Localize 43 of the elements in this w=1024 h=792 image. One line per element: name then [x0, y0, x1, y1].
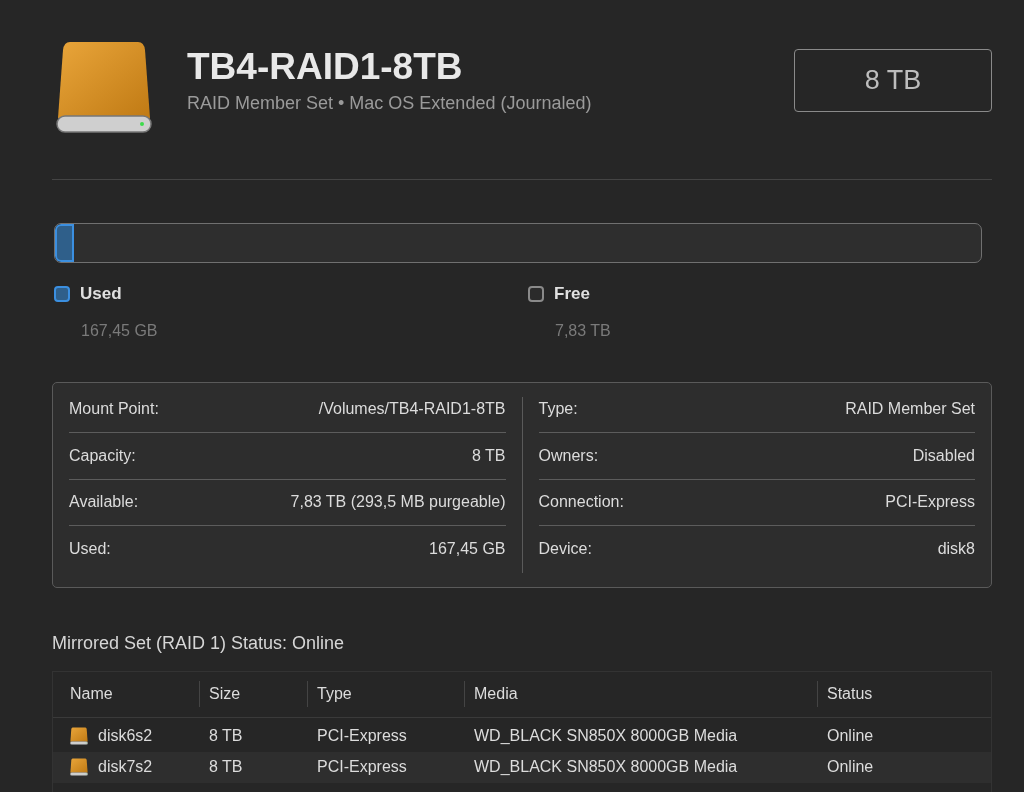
table-cell-text: WD_BLACK SN850X 8000GB Media — [474, 726, 738, 746]
external-drive-icon — [56, 40, 152, 134]
capacity-display: 8 TB — [794, 49, 992, 112]
table-cell-text: WD_BLACK SN850X 8000GB Media — [474, 757, 738, 777]
column-header[interactable]: Type — [317, 682, 352, 706]
info-value: 7,83 TB (293,5 MB purgeable) — [290, 492, 506, 513]
table-cell-text: disk7s2 — [98, 757, 153, 777]
info-value: 8 TB — [472, 445, 506, 466]
column-header[interactable]: Status — [827, 682, 873, 706]
info-label: Connection: — [538, 492, 624, 513]
raid-status-title: Mirrored Set (RAID 1) Status: Online — [52, 632, 345, 653]
column-header[interactable]: Media — [474, 682, 518, 706]
info-value: PCI-Express — [885, 492, 975, 513]
table-cell-text: disk6s2 — [98, 726, 153, 746]
table-cell-text: 8 TB — [209, 726, 243, 746]
table-cell-text: PCI-Express — [317, 757, 407, 777]
legend-label: Used — [80, 283, 122, 305]
table-row[interactable]: disk7s2 8 TB PCI-Express WD_BLACK SN850X 8000GB Media Online — [53, 751, 991, 783]
table-cell-text: Online — [827, 757, 874, 777]
column-header[interactable]: Size — [209, 682, 241, 706]
volume-title: TB4-RAID1-8TB — [187, 46, 464, 88]
volume-subtitle: RAID Member Set • Mac OS Extended (Journaled) — [187, 92, 592, 115]
info-label: Available: — [69, 492, 139, 513]
info-label: Type: — [538, 399, 578, 420]
table-cell-text: 8 TB — [209, 757, 243, 777]
info-value: disk8 — [937, 539, 975, 560]
info-label: Mount Point: — [69, 399, 159, 420]
external-drive-icon — [70, 756, 88, 778]
info-label: Used: — [69, 539, 111, 560]
info-label: Device: — [538, 539, 592, 560]
external-drive-icon — [70, 725, 88, 747]
legend-value: 167,45 GB — [81, 320, 159, 341]
info-value: RAID Member Set — [845, 399, 975, 420]
info-value: Disabled — [912, 445, 975, 466]
info-label: Owners: — [538, 445, 599, 466]
table-cell-text: Online — [827, 726, 874, 746]
info-label: Capacity: — [69, 445, 136, 466]
table-cell-text: PCI-Express — [317, 726, 407, 746]
info-value: 167,45 GB — [429, 539, 506, 560]
legend-label: Free — [554, 283, 590, 305]
info-value: /Volumes/TB4-RAID1-8TB — [318, 399, 506, 420]
legend-value: 7,83 TB — [555, 320, 611, 341]
column-header[interactable]: Name — [70, 682, 113, 706]
